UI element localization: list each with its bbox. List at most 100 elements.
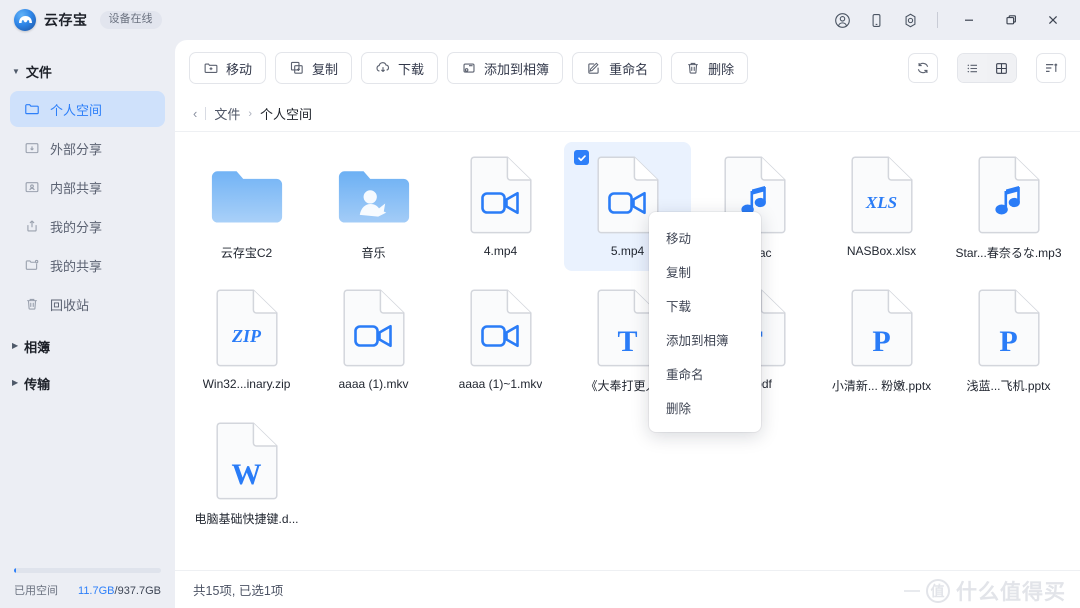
rename-button[interactable]: 重命名 (572, 52, 662, 84)
app-body: ▼ 文件 个人空间 (0, 40, 1080, 608)
file-name: aaaa (1).mkv (338, 377, 408, 391)
document-file-icon: P (851, 289, 913, 367)
status-bar: 共15项, 已选1项 值 什么值得买 (175, 570, 1080, 608)
app-title: 云存宝 (44, 10, 88, 30)
rename-pencil-icon (586, 60, 602, 76)
sidebar: ▼ 文件 个人空间 (0, 40, 175, 608)
move-button[interactable]: 移动 (189, 52, 266, 84)
context-menu-item-download[interactable]: 下载 (649, 288, 761, 322)
sidebar-item-label: 我的分享 (50, 217, 102, 236)
file-item[interactable]: P 浅蓝...飞机.pptx (945, 275, 1072, 404)
main-panel: 移动 复制 (175, 40, 1080, 608)
file-item[interactable]: 云存宝C2 (183, 142, 310, 271)
delete-button[interactable]: 删除 (671, 52, 748, 84)
sidebar-item-my-shares[interactable]: 我的分享 (10, 208, 165, 244)
file-type-badge: W (216, 460, 278, 490)
file-thumbnail: P (972, 287, 1046, 369)
move-button-label: 移动 (226, 59, 252, 78)
storage-total: 937.7GB (118, 585, 161, 597)
context-menu-item-move[interactable]: 移动 (649, 220, 761, 254)
file-thumbnail: XLS (845, 154, 919, 236)
sidebar-group-files[interactable]: ▼ 文件 (0, 56, 175, 87)
file-type-badge: P (851, 327, 913, 357)
chevron-down-icon: ▼ (12, 68, 20, 76)
document-file-icon: W (216, 422, 278, 500)
copy-button[interactable]: 复制 (275, 52, 352, 84)
file-thumbnail (210, 154, 284, 236)
title-bar: 云存宝 设备在线 (0, 0, 1080, 40)
video-file-icon (470, 289, 532, 367)
file-item[interactable]: Star...春奈るな.mp3 (945, 142, 1072, 271)
list-view-icon[interactable] (958, 54, 987, 82)
sidebar-group-label: 相簿 (24, 337, 50, 356)
action-toolbar: 移动 复制 (175, 40, 1080, 96)
breadcrumb-item-files[interactable]: 文件 (214, 104, 240, 123)
watermark-mark: 值 (926, 579, 950, 603)
file-item[interactable]: W电脑基础快捷键.d... (183, 408, 310, 537)
file-selected-checkbox[interactable] (574, 150, 589, 165)
minimize-button[interactable] (948, 3, 990, 37)
mobile-device-icon[interactable] (859, 5, 893, 35)
add-to-album-icon (461, 60, 477, 76)
sidebar-item-label: 回收站 (50, 295, 89, 314)
file-item[interactable]: aaaa (1).mkv (310, 275, 437, 404)
cloud-logo-glyph (18, 15, 33, 24)
sidebar-item-label: 外部分享 (50, 139, 102, 158)
sidebar-item-label: 个人空间 (50, 100, 102, 119)
app-brand: 云存宝 (14, 9, 88, 31)
file-name: 4.mp4 (484, 244, 517, 258)
context-menu-item-delete[interactable]: 删除 (649, 390, 761, 424)
breadcrumb-item-personal-space[interactable]: 个人空间 (260, 104, 312, 123)
file-name: 小清新... 粉嫩.pptx (832, 377, 931, 394)
file-name: 浅蓝...飞机.pptx (966, 377, 1050, 394)
add-to-album-button-label: 添加到相簿 (484, 59, 549, 78)
file-item[interactable]: aaaa (1)~1.mkv (437, 275, 564, 404)
add-to-album-button[interactable]: 添加到相簿 (447, 52, 563, 84)
storage-used: 11.7GB (78, 585, 115, 597)
sidebar-item-personal-space[interactable]: 个人空间 (10, 91, 165, 127)
sidebar-item-recycle-bin[interactable]: 回收站 (10, 286, 165, 322)
watermark-dash (904, 590, 920, 592)
settings-gear-icon[interactable] (893, 5, 927, 35)
refresh-icon[interactable] (908, 53, 938, 83)
device-status-badge: 设备在线 (100, 11, 162, 29)
breadcrumb-separator: › (248, 108, 252, 120)
file-item[interactable]: ZIPWin32...inary.zip (183, 275, 310, 404)
chevron-left-icon[interactable]: ‹ (193, 106, 197, 121)
storage-progress-bar (14, 568, 161, 573)
grid-view-icon[interactable] (987, 54, 1016, 82)
rename-button-label: 重命名 (609, 59, 648, 78)
file-item[interactable]: XLSNASBox.xlsx (818, 142, 945, 271)
context-menu-item-copy[interactable]: 复制 (649, 254, 761, 288)
storage-label: 已用空间 (14, 582, 58, 598)
account-icon[interactable] (825, 5, 859, 35)
sidebar-item-internal-share[interactable]: 内部共享 (10, 169, 165, 205)
context-menu-item-add-to-album[interactable]: 添加到相簿 (649, 322, 761, 356)
file-name: Star...春奈るな.mp3 (955, 244, 1061, 261)
sidebar-item-label: 我的共享 (50, 256, 102, 275)
file-grid: 云存宝C2 音乐 4.mp4 (183, 142, 1072, 537)
chevron-right-icon: ▶ (12, 379, 18, 387)
maximize-button[interactable] (990, 3, 1032, 37)
watermark: 值 什么值得买 (904, 576, 1066, 606)
sidebar-item-my-sharing[interactable]: 我的共享 (10, 247, 165, 283)
trash-icon (24, 296, 40, 312)
sidebar-item-external-share[interactable]: 外部分享 (10, 130, 165, 166)
file-name: 5.mp4 (611, 244, 644, 258)
file-item[interactable]: 4.mp4 (437, 142, 564, 271)
sidebar-group-albums[interactable]: ▶ 相簿 (0, 325, 175, 362)
download-button[interactable]: 下载 (361, 52, 438, 84)
delete-button-label: 删除 (708, 59, 734, 78)
video-file-icon (470, 156, 532, 234)
download-button-label: 下载 (398, 59, 424, 78)
sidebar-group-transfer[interactable]: ▶ 传输 (0, 362, 175, 399)
file-item[interactable]: 音乐 (310, 142, 437, 271)
sort-icon[interactable] (1036, 53, 1066, 83)
file-item[interactable]: P 小清新... 粉嫩.pptx (818, 275, 945, 404)
close-button[interactable] (1032, 3, 1074, 37)
file-grid-scroll-area[interactable]: 云存宝C2 音乐 4.mp4 (175, 132, 1080, 570)
context-menu-item-rename[interactable]: 重命名 (649, 356, 761, 390)
storage-progress-fill (14, 568, 16, 573)
file-thumbnail (464, 287, 538, 369)
selection-summary: 共15项, 已选1项 (193, 580, 283, 599)
